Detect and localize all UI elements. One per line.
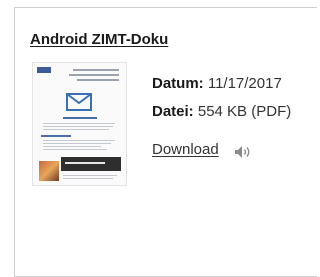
thumbnail-text-line [63,175,117,176]
speaker-icon[interactable] [233,145,253,159]
file-row: Datei: 554 KB (PDF) [152,103,291,120]
date-label: Datum: [152,75,204,92]
thumbnail-heading-line [77,79,119,81]
thumbnail-banner [61,157,121,171]
thumbnail-section-title [63,117,97,119]
document-title-link[interactable]: Android ZIMT-Doku [30,31,168,48]
thumbnail-text-line [43,129,109,130]
file-value: 554 KB (PDF) [197,103,292,120]
thumbnail-heading-line [69,74,119,76]
thumbnail-text-line [43,126,113,127]
thumbnail-banner-text [65,162,105,164]
date-value: 11/17/2017 [207,75,282,92]
thumbnail-text-line [63,178,113,179]
document-card: Android ZIMT-Doku Datum: 11/17/2017 Date… [14,7,317,277]
file-label: Datei: [152,103,194,120]
thumbnail-text-line [43,143,111,144]
thumbnail-photo [39,161,59,181]
thumbnail-text-line [43,140,115,141]
thumbnail-heading-line [73,69,119,71]
thumbnail-text-line [43,149,107,150]
thumbnail-logo [37,67,51,73]
download-link[interactable]: Download [152,141,219,158]
thumbnail-text-line [43,123,115,124]
thumbnail-text-line [43,146,101,147]
thumbnail-section-title [41,135,71,137]
envelope-icon [66,93,92,111]
pdf-preview-thumbnail[interactable] [33,63,126,185]
date-row: Datum: 11/17/2017 [152,75,282,92]
